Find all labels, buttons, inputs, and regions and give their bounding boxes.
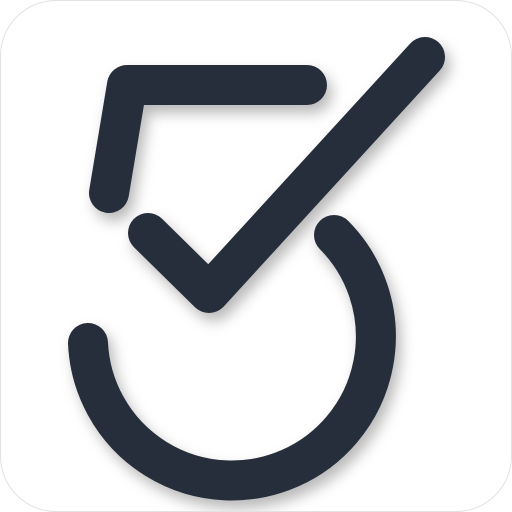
five-top-stroke	[89, 65, 327, 213]
five-checkmark-logo-icon	[68, 37, 445, 501]
app-icon	[0, 0, 512, 512]
